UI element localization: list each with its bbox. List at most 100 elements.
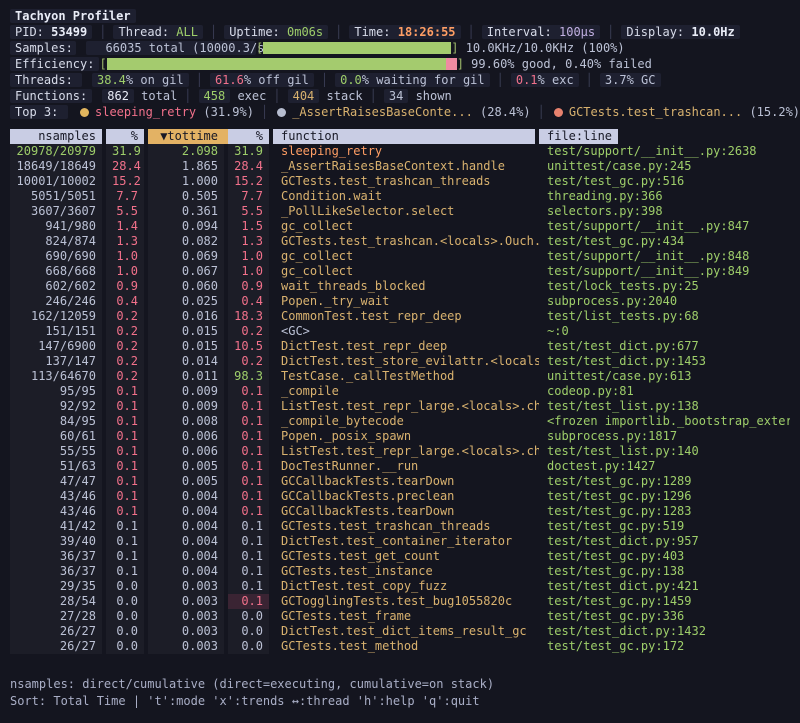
table-row[interactable]: 5051/50517.70.5057.7Condition.waitthread… [10, 189, 790, 204]
functions-label: Functions: [10, 89, 92, 103]
header-nsamples[interactable]: nsamples [10, 129, 106, 144]
tottime-cell: 0.011 [148, 369, 228, 384]
top1-function: sleeping_retry [95, 105, 196, 119]
table-row[interactable]: 690/6901.00.0691.0gc_collecttest/support… [10, 249, 790, 264]
table-row[interactable]: 28/540.00.0030.1GCTogglingTests.test_bug… [10, 594, 790, 609]
direct-pct-cell: 0.1 [106, 519, 148, 534]
samples-bar-fill [263, 42, 451, 54]
direct-pct-cell: 0.0 [106, 594, 148, 609]
tottime-cell: 0.004 [148, 519, 228, 534]
tottime-cell: 0.003 [148, 639, 228, 654]
table-row[interactable]: 941/9801.40.0941.5gc_collecttest/support… [10, 219, 790, 234]
nsamples-cell: 5051/5051 [10, 189, 106, 204]
table-row[interactable]: 246/2460.40.0250.4Popen._try_waitsubproc… [10, 294, 790, 309]
function-cell: gc_collect [273, 264, 539, 279]
table-row[interactable]: 151/1510.20.0150.2<GC>~:0 [10, 324, 790, 339]
header-tottime-sorted[interactable]: ▼tottime [148, 129, 228, 144]
cum-pct-cell: 0.1 [228, 384, 273, 399]
top3-label: Top 3: [10, 105, 68, 119]
table-row[interactable]: 113/646700.20.01198.3TestCase._callTestM… [10, 369, 790, 384]
table-row[interactable]: 41/420.10.0040.1GCTests.test_trashcan_th… [10, 519, 790, 534]
table-row[interactable]: 84/950.10.0080.1_compile_bytecode<frozen… [10, 414, 790, 429]
tottime-cell: 0.015 [148, 339, 228, 354]
table-row[interactable]: 36/370.10.0040.1GCTests.test_get_countte… [10, 549, 790, 564]
table-row[interactable]: 668/6681.00.0671.0gc_collecttest/support… [10, 264, 790, 279]
direct-pct-cell: 0.1 [106, 534, 148, 549]
table-row[interactable]: 10001/1000215.21.00015.2GCTests.test_tra… [10, 174, 790, 189]
function-cell: DictTest.test_store_evilattr.<locals... [273, 354, 539, 369]
divider: │ [363, 89, 384, 103]
file-line-cell: test/support/__init__.py:848 [539, 249, 790, 264]
table-row[interactable]: 55/550.10.0060.1ListTest.test_repr_large… [10, 444, 790, 459]
on-gil-stat: 38.4% on gil [92, 73, 189, 87]
table-row[interactable]: 602/6020.90.0600.9wait_threads_blockedte… [10, 279, 790, 294]
table-row[interactable]: 43/460.10.0040.1GCCallbackTests.preclean… [10, 489, 790, 504]
direct-pct-cell: 0.1 [106, 474, 148, 489]
nsamples-cell: 41/42 [10, 519, 106, 534]
cum-pct-cell: 0.1 [228, 504, 273, 519]
table-row[interactable]: 18649/1864928.41.86528.4_AssertRaisesBas… [10, 159, 790, 174]
table-row[interactable]: 20978/2097931.92.09831.9sleeping_retryte… [10, 144, 790, 159]
function-cell: gc_collect [273, 249, 539, 264]
direct-pct-cell: 28.4 [106, 159, 148, 174]
table-row[interactable]: 27/280.00.0030.0GCTests.test_frametest/t… [10, 609, 790, 624]
title-row: Tachyon Profiler [10, 8, 800, 24]
function-cell: _compile_bytecode [273, 414, 539, 429]
tottime-cell: 0.015 [148, 324, 228, 339]
thread-field[interactable]: Thread: ALL [113, 25, 202, 39]
table-row[interactable]: 26/270.00.0030.0DictTest.test_dict_items… [10, 624, 790, 639]
stack-count: 404 [288, 89, 320, 103]
header-cum-pct[interactable]: % [228, 129, 273, 144]
silver-medal-icon [277, 108, 286, 117]
cum-pct-cell: 0.2 [228, 324, 273, 339]
direct-pct-cell: 0.2 [106, 324, 148, 339]
nsamples-cell: 43/46 [10, 504, 106, 519]
divider: │ [461, 25, 482, 39]
direct-pct-cell: 15.2 [106, 174, 148, 189]
function-cell: GCCallbackTests.tearDown [273, 504, 539, 519]
samples-label: Samples: [10, 41, 76, 55]
direct-pct-cell: 0.1 [106, 564, 148, 579]
nsamples-cell: 18649/18649 [10, 159, 106, 174]
table-row[interactable]: 162/120590.20.01618.3CommonTest.test_rep… [10, 309, 790, 324]
functions-row: Functions: 862 total │ 458 exec │ 404 st… [10, 88, 800, 104]
header-direct-pct[interactable]: % [106, 129, 148, 144]
table-row[interactable]: 3607/36075.50.3615.5_PollLikeSelector.se… [10, 204, 790, 219]
header-function[interactable]: function [273, 129, 539, 144]
cum-pct-cell: 10.5 [228, 339, 273, 354]
divider: │ [490, 73, 511, 87]
table-row[interactable]: 43/460.10.0040.1GCCallbackTests.tearDown… [10, 504, 790, 519]
table-row[interactable]: 824/8741.30.0821.3GCTests.test_trashcan.… [10, 234, 790, 249]
table-row[interactable]: 92/920.10.0090.1ListTest.test_repr_large… [10, 399, 790, 414]
table-row[interactable]: 147/69000.20.01510.5DictTest.test_repr_d… [10, 339, 790, 354]
threads-row: Threads: 38.4% on gil │ 61.6% off gil │ … [10, 72, 800, 88]
table-row[interactable]: 36/370.10.0040.1GCTests.test_instancetes… [10, 564, 790, 579]
nsamples-cell: 28/54 [10, 594, 106, 609]
function-cell: Popen._posix_spawn [273, 429, 539, 444]
tottime-cell: 0.069 [148, 249, 228, 264]
cum-pct-cell: 15.2 [228, 174, 273, 189]
info-bar: PID: 53499 │ Thread: ALL │ Uptime: 0m06s… [10, 24, 800, 40]
file-line-cell: test/test_gc.py:138 [539, 564, 790, 579]
table-row[interactable]: 51/630.10.0050.1DocTestRunner.__rundocte… [10, 459, 790, 474]
function-cell: GCTests.test_trashcan_threads [273, 519, 539, 534]
nsamples-cell: 162/12059 [10, 309, 106, 324]
shown-count: 34 [384, 89, 408, 103]
direct-pct-cell: 0.9 [106, 279, 148, 294]
tottime-cell: 0.361 [148, 204, 228, 219]
nsamples-cell: 51/63 [10, 459, 106, 474]
table-row[interactable]: 137/1470.20.0140.2DictTest.test_store_ev… [10, 354, 790, 369]
table-row[interactable]: 47/470.10.0050.1GCCallbackTests.tearDown… [10, 474, 790, 489]
table-row[interactable]: 60/610.10.0060.1Popen._posix_spawnsubpro… [10, 429, 790, 444]
table-row[interactable]: 26/270.00.0030.0GCTests.test_methodtest/… [10, 639, 790, 654]
function-cell: TestCase._callTestMethod [273, 369, 539, 384]
tottime-cell: 2.098 [148, 144, 228, 159]
tottime-cell: 0.009 [148, 399, 228, 414]
function-cell: GCTests.test_instance [273, 564, 539, 579]
divider: │ [203, 25, 224, 39]
direct-pct-cell: 0.1 [106, 489, 148, 504]
table-row[interactable]: 95/950.10.0090.1_compilecodeop.py:81 [10, 384, 790, 399]
table-row[interactable]: 29/350.00.0030.1DictTest.test_copy_fuzzt… [10, 579, 790, 594]
header-file-line[interactable]: file:line [539, 129, 790, 144]
table-row[interactable]: 39/400.10.0040.1DictTest.test_container_… [10, 534, 790, 549]
